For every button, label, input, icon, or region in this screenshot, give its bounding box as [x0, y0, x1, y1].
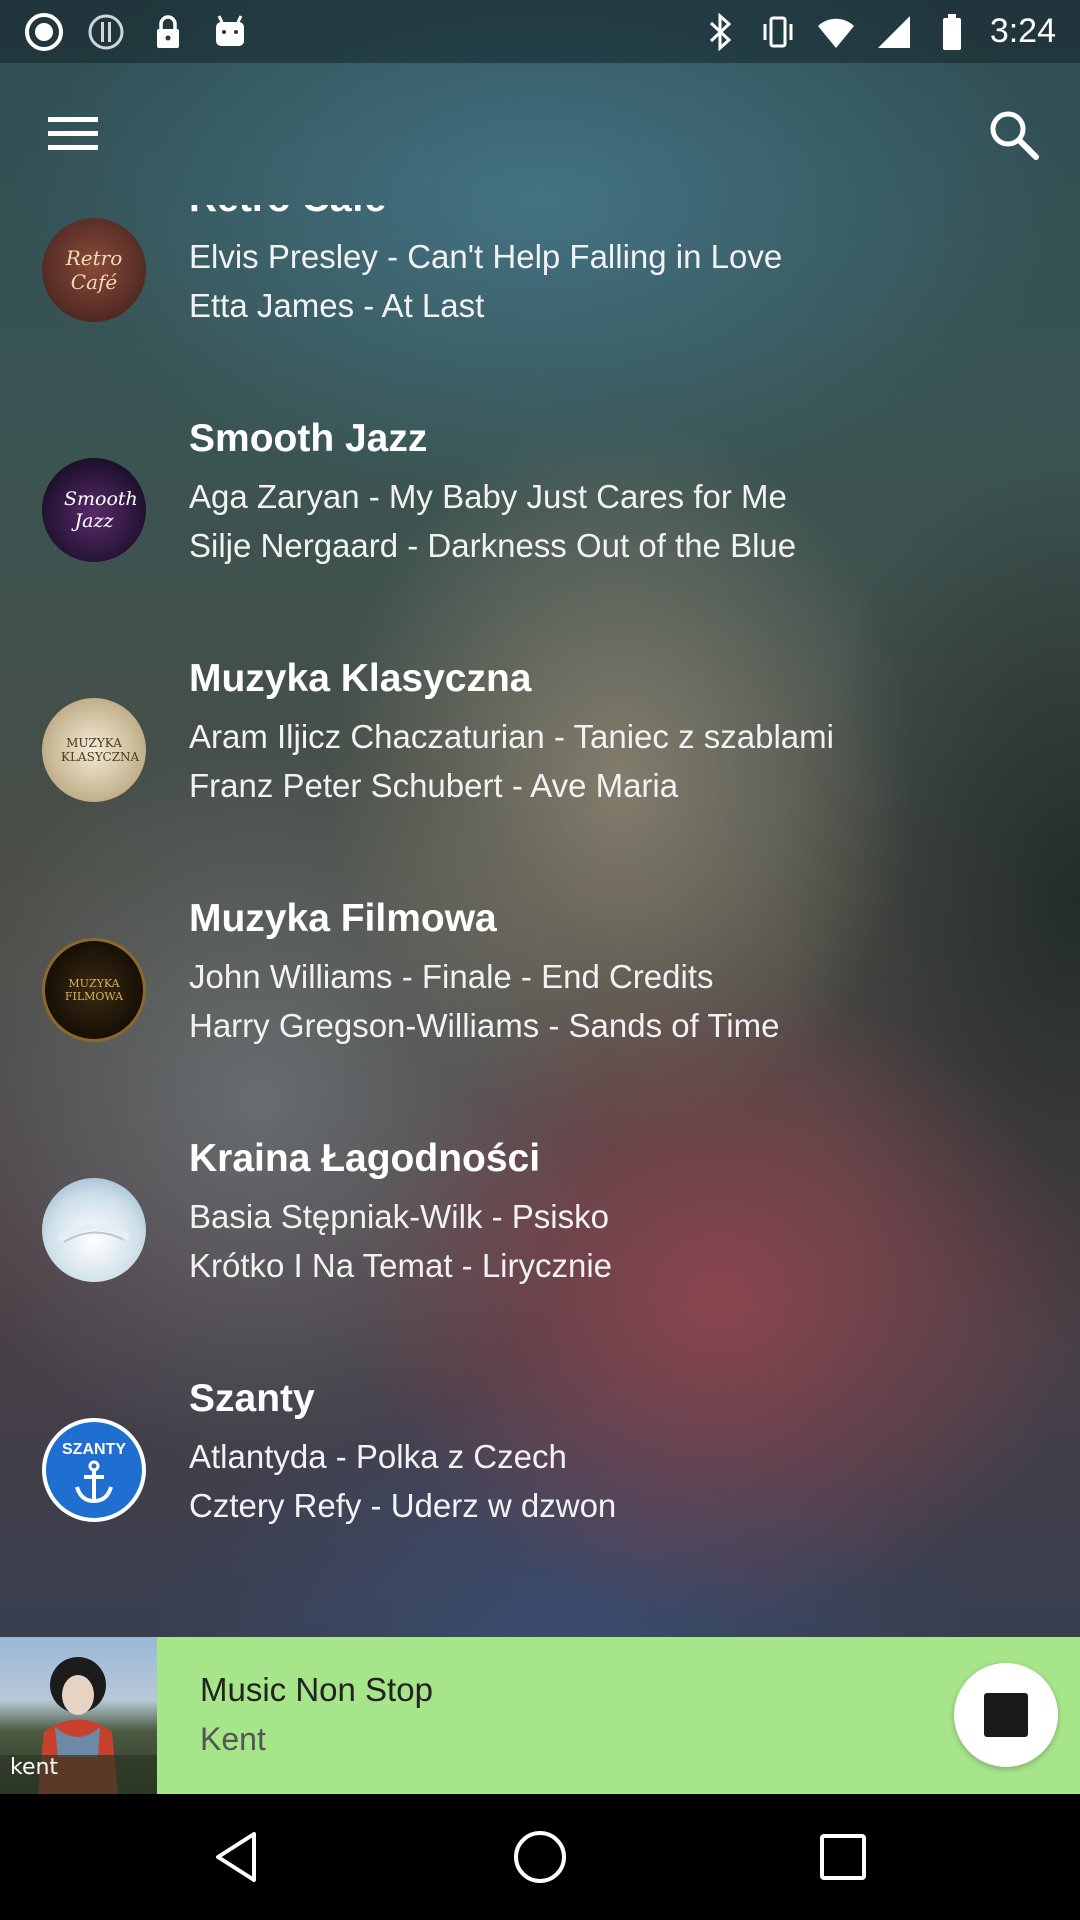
track-line: Krótko I Na Temat - Lirycznie — [189, 1247, 613, 1284]
station-title: Muzyka Klasyczna — [189, 657, 532, 700]
menu-icon[interactable] — [40, 111, 106, 157]
album-cover: kent — [0, 1637, 157, 1794]
navigation-bar — [0, 1794, 1080, 1920]
feather-icon — [57, 1224, 131, 1243]
station-logo-szanty: SZANTY — [42, 1418, 146, 1522]
player-artist: Kent — [200, 1721, 266, 1757]
search-icon[interactable] — [986, 107, 1042, 163]
track-line: Elvis Presley - Can't Help Falling in Lo… — [189, 238, 783, 275]
toolbar — [0, 63, 1080, 205]
station-title: Retro Cafe — [189, 205, 386, 221]
recents-icon[interactable] — [812, 1826, 874, 1888]
track-line: Harry Gregson-Williams - Sands of Time — [189, 1007, 780, 1044]
station-item-muzyka-klasyczna[interactable]: MUZYKA KLASYCZNA Muzyka Klasyczna Aram I… — [0, 635, 1080, 875]
player-title: Music Non Stop — [200, 1671, 433, 1708]
now-playing-bar[interactable]: kent Music Non Stop Kent — [0, 1637, 1080, 1794]
track-line: Cztery Refy - Uderz w dzwon — [189, 1487, 617, 1524]
station-item-szanty[interactable]: SZANTY Szanty Atlantyda - Polka z Czech … — [0, 1355, 1080, 1595]
track-line: Etta James - At Last — [189, 287, 485, 324]
record-icon — [24, 12, 64, 52]
station-logo-retro-cafe: Retro Café — [42, 218, 146, 322]
track-line: Atlantyda - Polka z Czech — [189, 1438, 567, 1475]
track-line: Silje Nergaard - Darkness Out of the Blu… — [189, 527, 797, 564]
stop-button[interactable] — [954, 1663, 1058, 1767]
track-line: Franz Peter Schubert - Ave Maria — [189, 767, 679, 804]
station-list: Retro Café Retro Cafe Elvis Presley - Ca… — [0, 205, 1080, 1637]
back-icon[interactable] — [206, 1826, 268, 1888]
station-title: Kraina Łagodności — [189, 1137, 541, 1180]
status-bar: 3:24 — [0, 0, 1080, 63]
station-title: Smooth Jazz — [189, 417, 428, 460]
status-time: 3:24 — [989, 12, 1056, 50]
cover-text: kent — [10, 1755, 59, 1780]
battery-icon — [932, 12, 972, 52]
signal-icon — [874, 12, 914, 52]
sync-icon — [86, 12, 126, 52]
station-item-muzyka-filmowa[interactable]: MUZYKA FILMOWA Muzyka Filmowa John Willi… — [0, 875, 1080, 1115]
station-title: Muzyka Filmowa — [189, 897, 497, 940]
anchor-icon — [75, 1460, 113, 1504]
station-item-kraina-lagodnosci[interactable]: Kraina Łagodności Basia Stępniak-Wilk - … — [0, 1115, 1080, 1355]
track-line: John Williams - Finale - End Credits — [189, 958, 714, 995]
home-icon[interactable] — [509, 1826, 571, 1888]
station-item-retro-cafe[interactable]: Retro Café Retro Cafe Elvis Presley - Ca… — [0, 205, 1080, 395]
android-icon — [210, 12, 250, 52]
wifi-icon — [816, 12, 856, 52]
vibrate-icon — [758, 12, 798, 52]
station-logo-smooth-jazz: Smooth Jazz — [42, 458, 146, 562]
bluetooth-icon — [700, 12, 740, 52]
lock-icon — [148, 12, 188, 52]
station-logo-muzyka-klasyczna: MUZYKA KLASYCZNA — [42, 698, 146, 802]
track-line: Aga Zaryan - My Baby Just Cares for Me — [189, 478, 787, 515]
station-item-smooth-jazz[interactable]: Smooth Jazz Smooth Jazz Aga Zaryan - My … — [0, 395, 1080, 635]
track-line: Aram Iljicz Chaczaturian - Taniec z szab… — [189, 718, 834, 755]
stop-icon — [984, 1693, 1028, 1737]
station-logo-muzyka-filmowa: MUZYKA FILMOWA — [42, 938, 146, 1042]
station-logo-kraina-lagodnosci — [42, 1178, 146, 1282]
track-line: Basia Stępniak-Wilk - Psisko — [189, 1198, 609, 1235]
station-title: Szanty — [189, 1377, 315, 1420]
